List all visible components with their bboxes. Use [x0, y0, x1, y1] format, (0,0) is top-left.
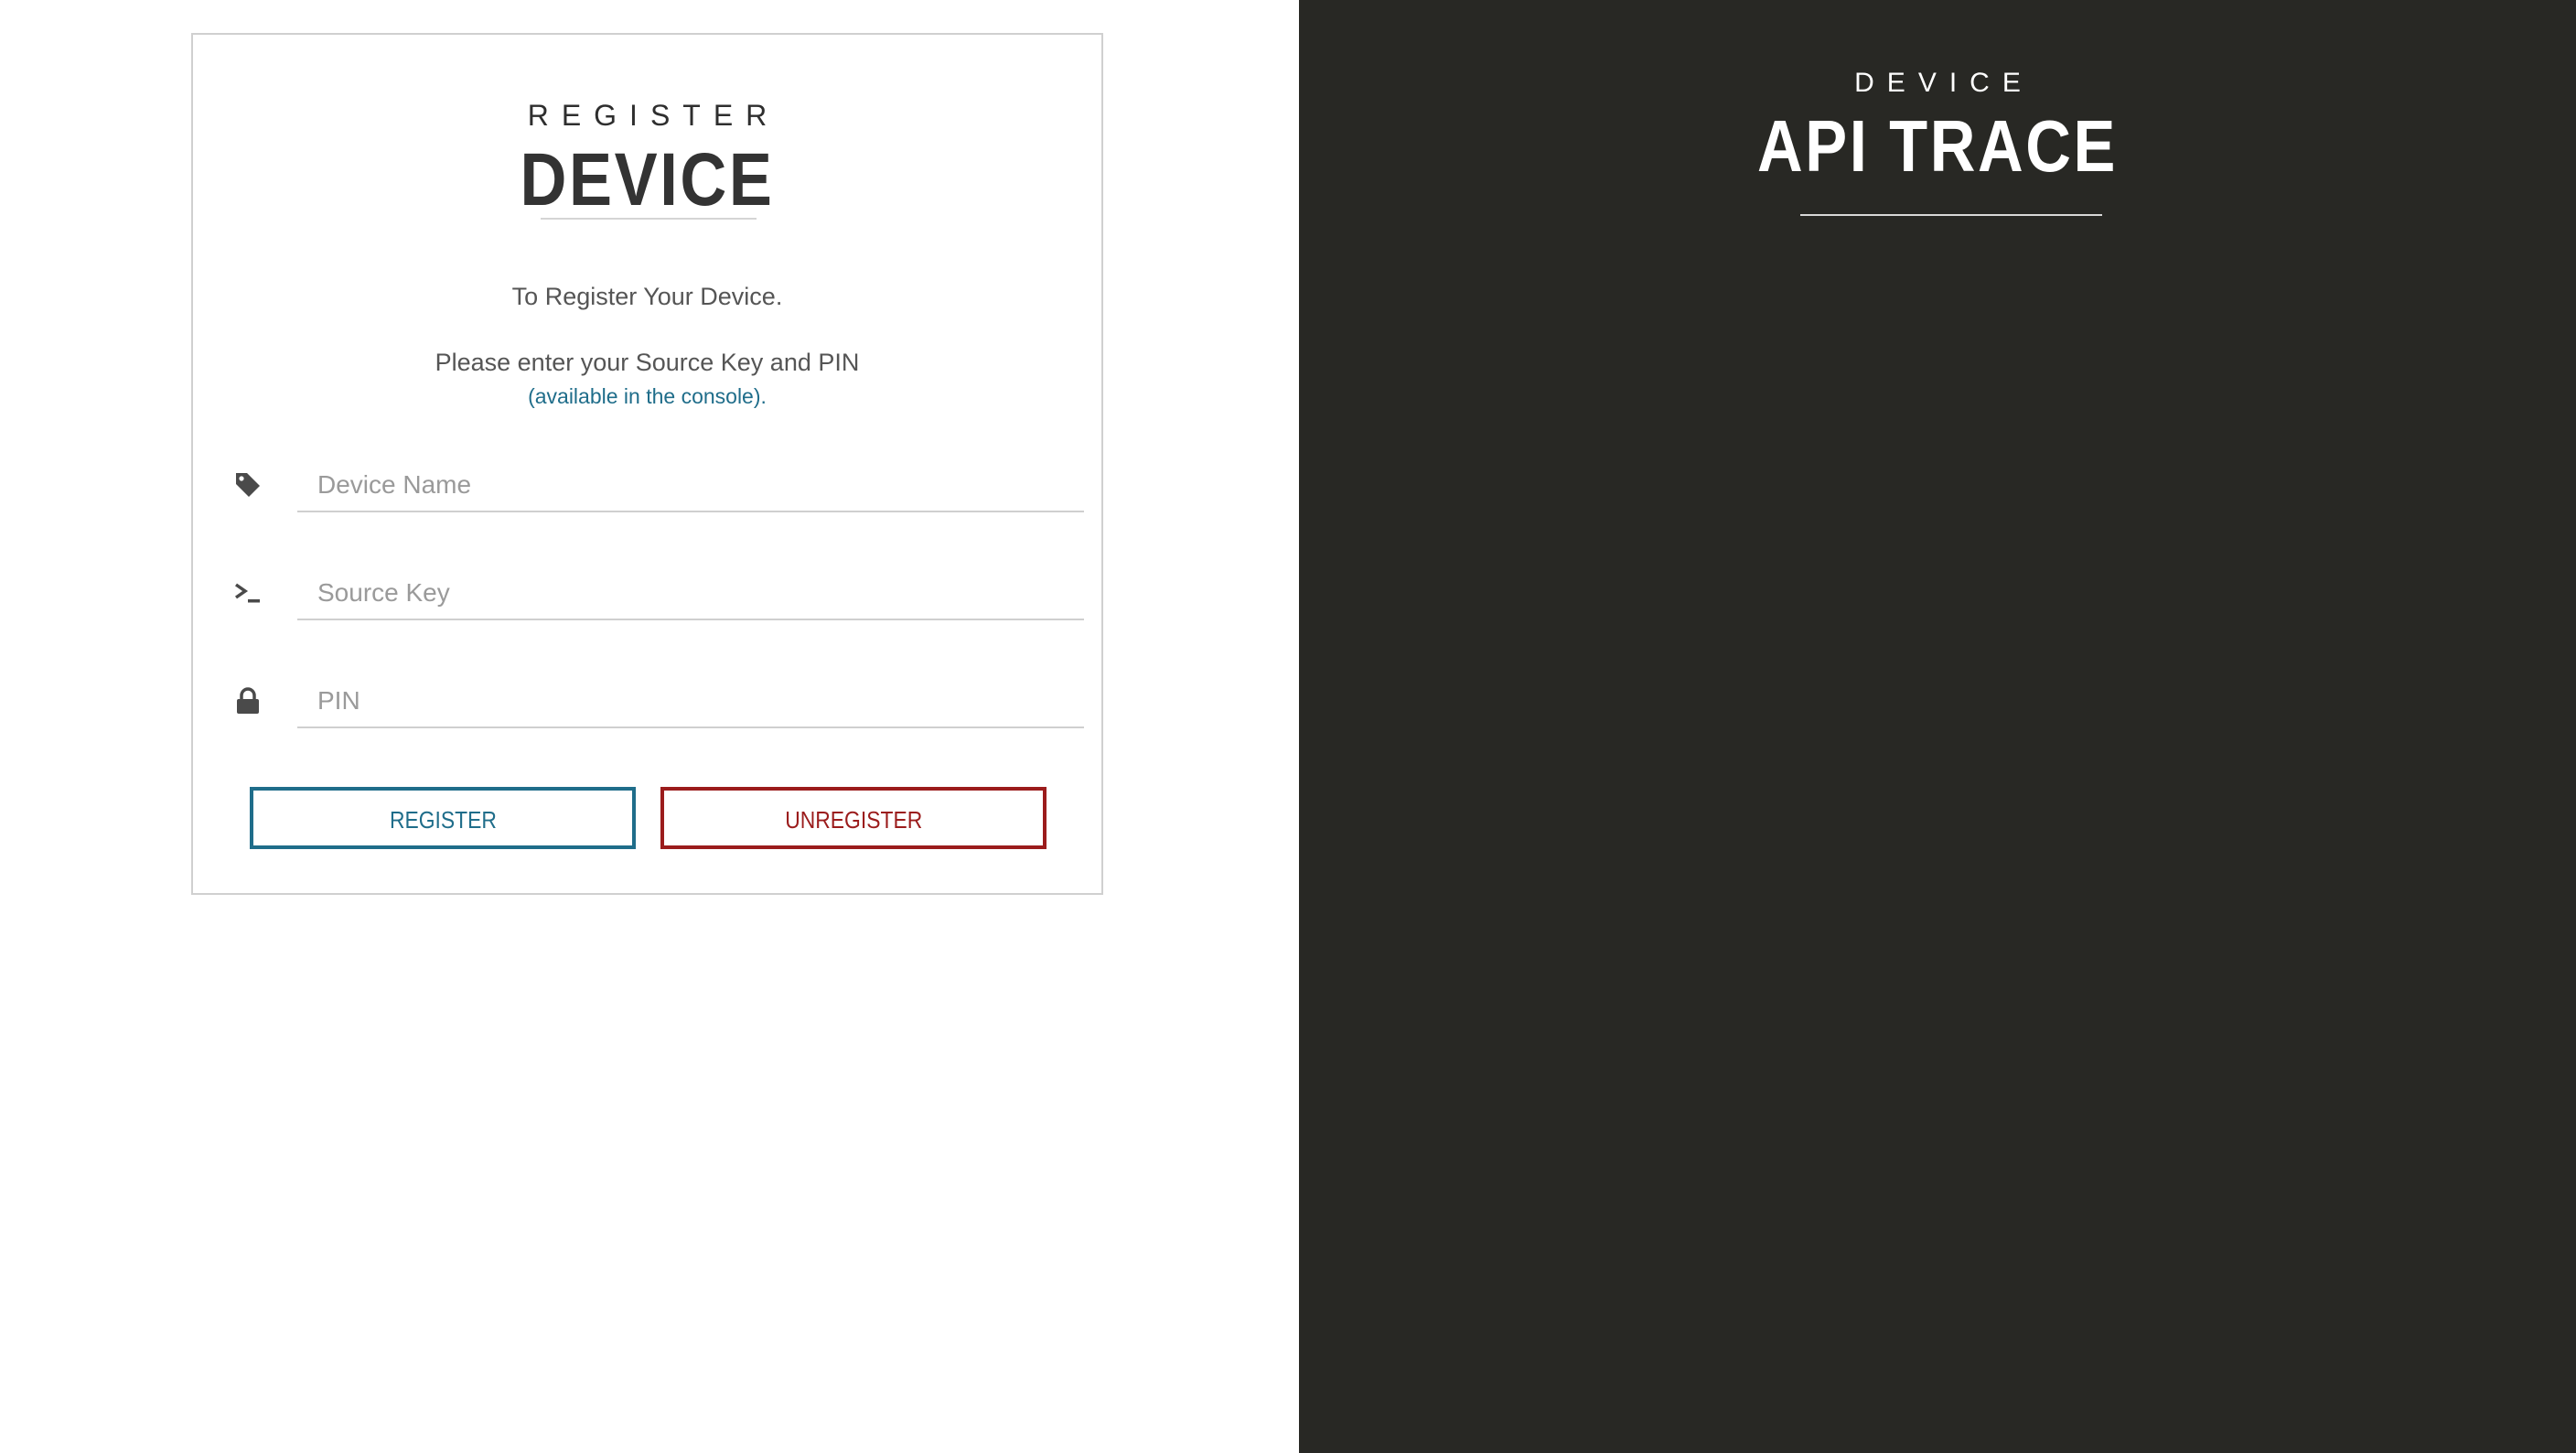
- api-trace-divider: [1800, 214, 2102, 216]
- pin-field: [230, 675, 1084, 730]
- api-trace-pane: DEVICE API TRACE: [1299, 0, 2576, 1453]
- console-hint-text: (available in the console).: [528, 384, 767, 408]
- source-key-input[interactable]: [297, 567, 1084, 620]
- unregister-button[interactable]: UNREGISTER: [660, 787, 1046, 849]
- tag-icon: [230, 467, 266, 503]
- register-kicker: REGISTER: [527, 99, 780, 132]
- register-card: REGISTER DEVICE To Register Your Device.…: [191, 33, 1103, 895]
- register-pane: REGISTER DEVICE To Register Your Device.…: [0, 0, 1299, 1453]
- register-title: DEVICE: [520, 138, 775, 221]
- register-button[interactable]: REGISTER: [250, 787, 636, 849]
- terminal-icon: [230, 575, 266, 611]
- register-intro-text: To Register Your Device.: [511, 283, 783, 310]
- device-name-field: [230, 459, 1084, 514]
- title-divider: [541, 218, 757, 220]
- register-instructions-text: Please enter your Source Key and PIN: [435, 349, 860, 376]
- source-key-field: [230, 567, 1084, 622]
- lock-icon: [230, 683, 266, 719]
- unregister-button-label: UNREGISTER: [784, 806, 923, 834]
- api-trace-title: API TRACE: [1756, 105, 2118, 187]
- pin-input[interactable]: [297, 675, 1084, 728]
- api-trace-kicker: DEVICE: [1854, 68, 2034, 98]
- device-name-input[interactable]: [297, 459, 1084, 512]
- register-button-label: REGISTER: [389, 806, 497, 834]
